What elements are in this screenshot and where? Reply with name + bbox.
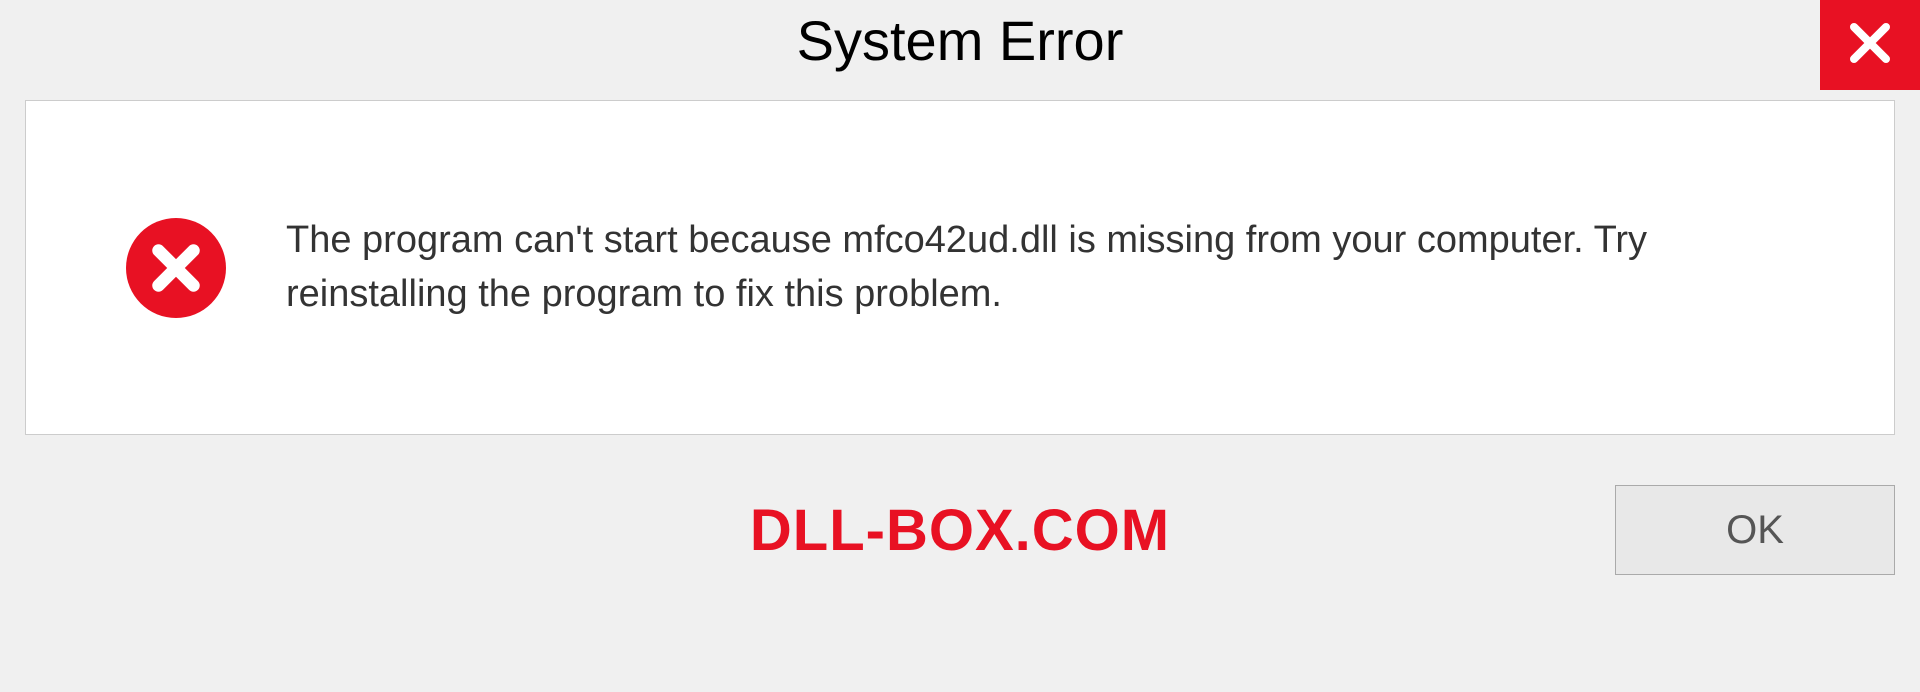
footer: DLL-BOX.COM OK — [0, 435, 1920, 575]
error-message: The program can't start because mfco42ud… — [286, 214, 1834, 320]
content-panel: The program can't start because mfco42ud… — [25, 100, 1895, 435]
error-icon — [126, 218, 226, 318]
close-button[interactable] — [1820, 0, 1920, 90]
close-icon — [1846, 19, 1894, 72]
ok-button[interactable]: OK — [1615, 485, 1895, 575]
titlebar: System Error — [0, 0, 1920, 100]
watermark-text: DLL-BOX.COM — [750, 497, 1170, 564]
dialog-title: System Error — [797, 8, 1124, 73]
